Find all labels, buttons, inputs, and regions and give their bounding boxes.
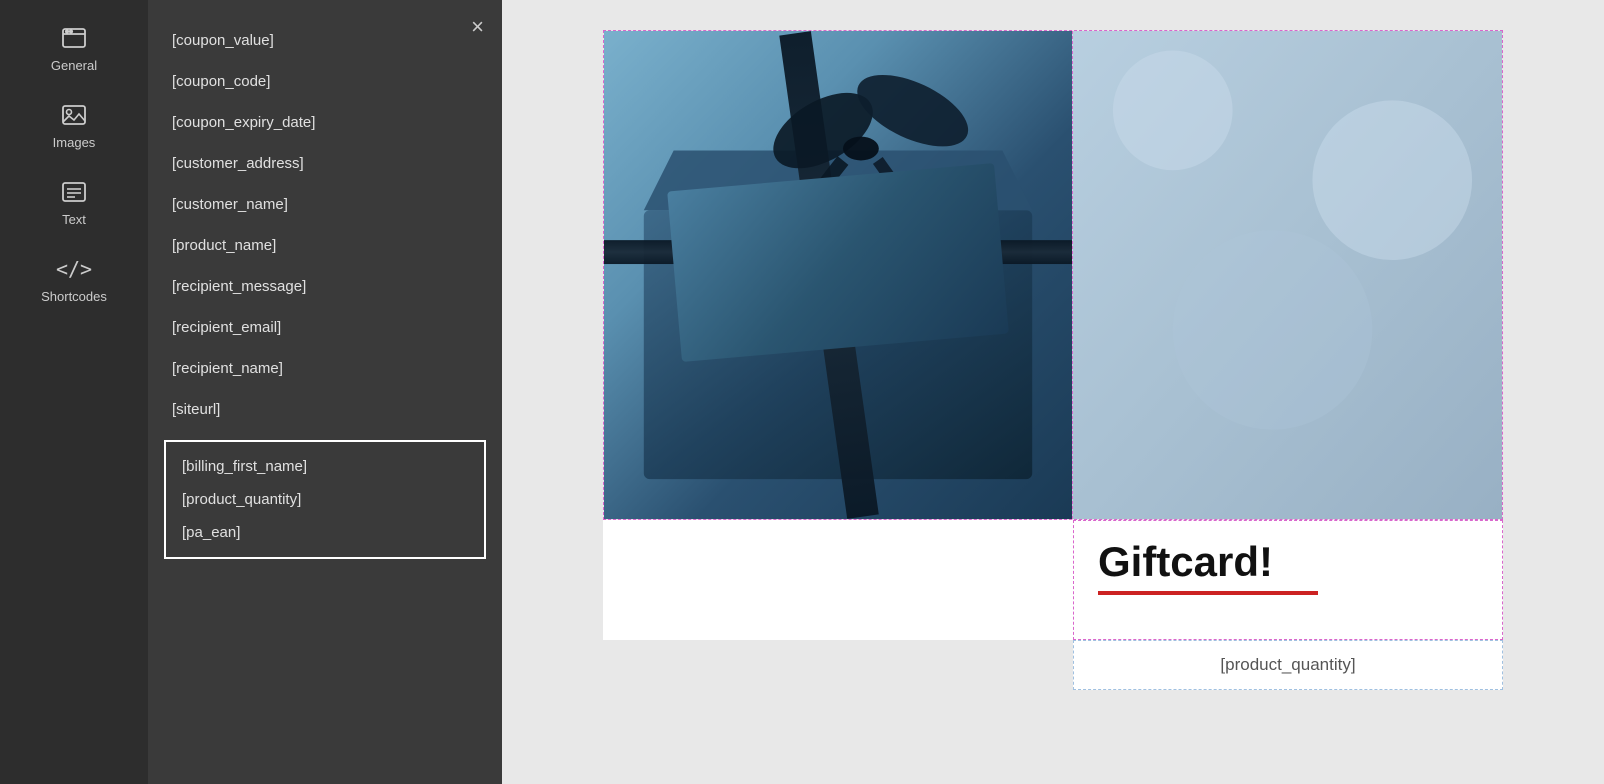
shortcode-group: [billing_first_name] [product_quantity] … — [164, 440, 486, 559]
sidebar-item-shortcodes[interactable]: </> Shortcodes — [0, 241, 148, 318]
giftcard-right-svg — [1073, 31, 1502, 519]
giftcard-quantity-row: [product_quantity] — [603, 640, 1503, 690]
sidebar-item-images[interactable]: Images — [0, 87, 148, 164]
shortcode-product-name[interactable]: [product_name] — [148, 225, 502, 266]
sidebar-item-text-label: Text — [62, 212, 86, 227]
giftcard-image-right — [1072, 31, 1502, 519]
shortcode-recipient-email[interactable]: [recipient_email] — [148, 307, 502, 348]
sidebar-item-text[interactable]: Text — [0, 164, 148, 241]
text-icon — [58, 178, 90, 206]
gift-box-visual — [604, 31, 1072, 519]
sidebar-item-general-label: General — [51, 58, 97, 73]
giftcard-quantity-block: [product_quantity] — [1073, 640, 1503, 690]
shortcode-customer-address[interactable]: [customer_address] — [148, 143, 502, 184]
giftcard-quantity-text: [product_quantity] — [1220, 655, 1355, 675]
shortcode-pa-ean[interactable]: [pa_ean] — [174, 516, 476, 549]
shortcode-siteurl[interactable]: [siteurl] — [148, 389, 502, 430]
image-icon — [58, 101, 90, 129]
browser-icon — [58, 24, 90, 52]
shortcode-recipient-message[interactable]: [recipient_message] — [148, 266, 502, 307]
shortcode-list: [coupon_value] [coupon_code] [coupon_exp… — [148, 0, 502, 784]
sidebar-item-shortcodes-label: Shortcodes — [41, 289, 107, 304]
canvas-container: Giftcard! [product_quantity] — [603, 30, 1503, 690]
giftcard-text-left-spacer — [603, 520, 1073, 640]
shortcode-billing-first-name[interactable]: [billing_first_name] — [174, 450, 476, 483]
giftcard-title-block: Giftcard! — [1073, 520, 1503, 640]
quantity-left-spacer — [603, 640, 1073, 690]
giftcard-image-section — [603, 30, 1503, 520]
sidebar-item-general[interactable]: General — [0, 10, 148, 87]
close-button[interactable]: × — [471, 16, 484, 38]
sidebar-item-images-label: Images — [53, 135, 96, 150]
shortcode-coupon-value[interactable]: [coupon_value] — [148, 20, 502, 61]
code-icon: </> — [58, 255, 90, 283]
gift-box-svg — [604, 31, 1072, 519]
shortcode-coupon-code[interactable]: [coupon_code] — [148, 61, 502, 102]
giftcard-title: Giftcard! — [1098, 539, 1478, 585]
left-sidebar: General Images Text </> Shortcodes — [0, 0, 148, 784]
shortcode-recipient-name[interactable]: [recipient_name] — [148, 348, 502, 389]
main-canvas-area: Giftcard! [product_quantity] — [502, 0, 1604, 784]
giftcard-text-section: Giftcard! — [603, 520, 1503, 640]
giftcard-image-left — [604, 31, 1072, 519]
giftcard-underline — [1098, 591, 1318, 595]
shortcode-customer-name[interactable]: [customer_name] — [148, 184, 502, 225]
shortcode-coupon-expiry-date[interactable]: [coupon_expiry_date] — [148, 102, 502, 143]
shortcode-product-quantity[interactable]: [product_quantity] — [174, 483, 476, 516]
shortcodes-panel: × [coupon_value] [coupon_code] [coupon_e… — [148, 0, 502, 784]
